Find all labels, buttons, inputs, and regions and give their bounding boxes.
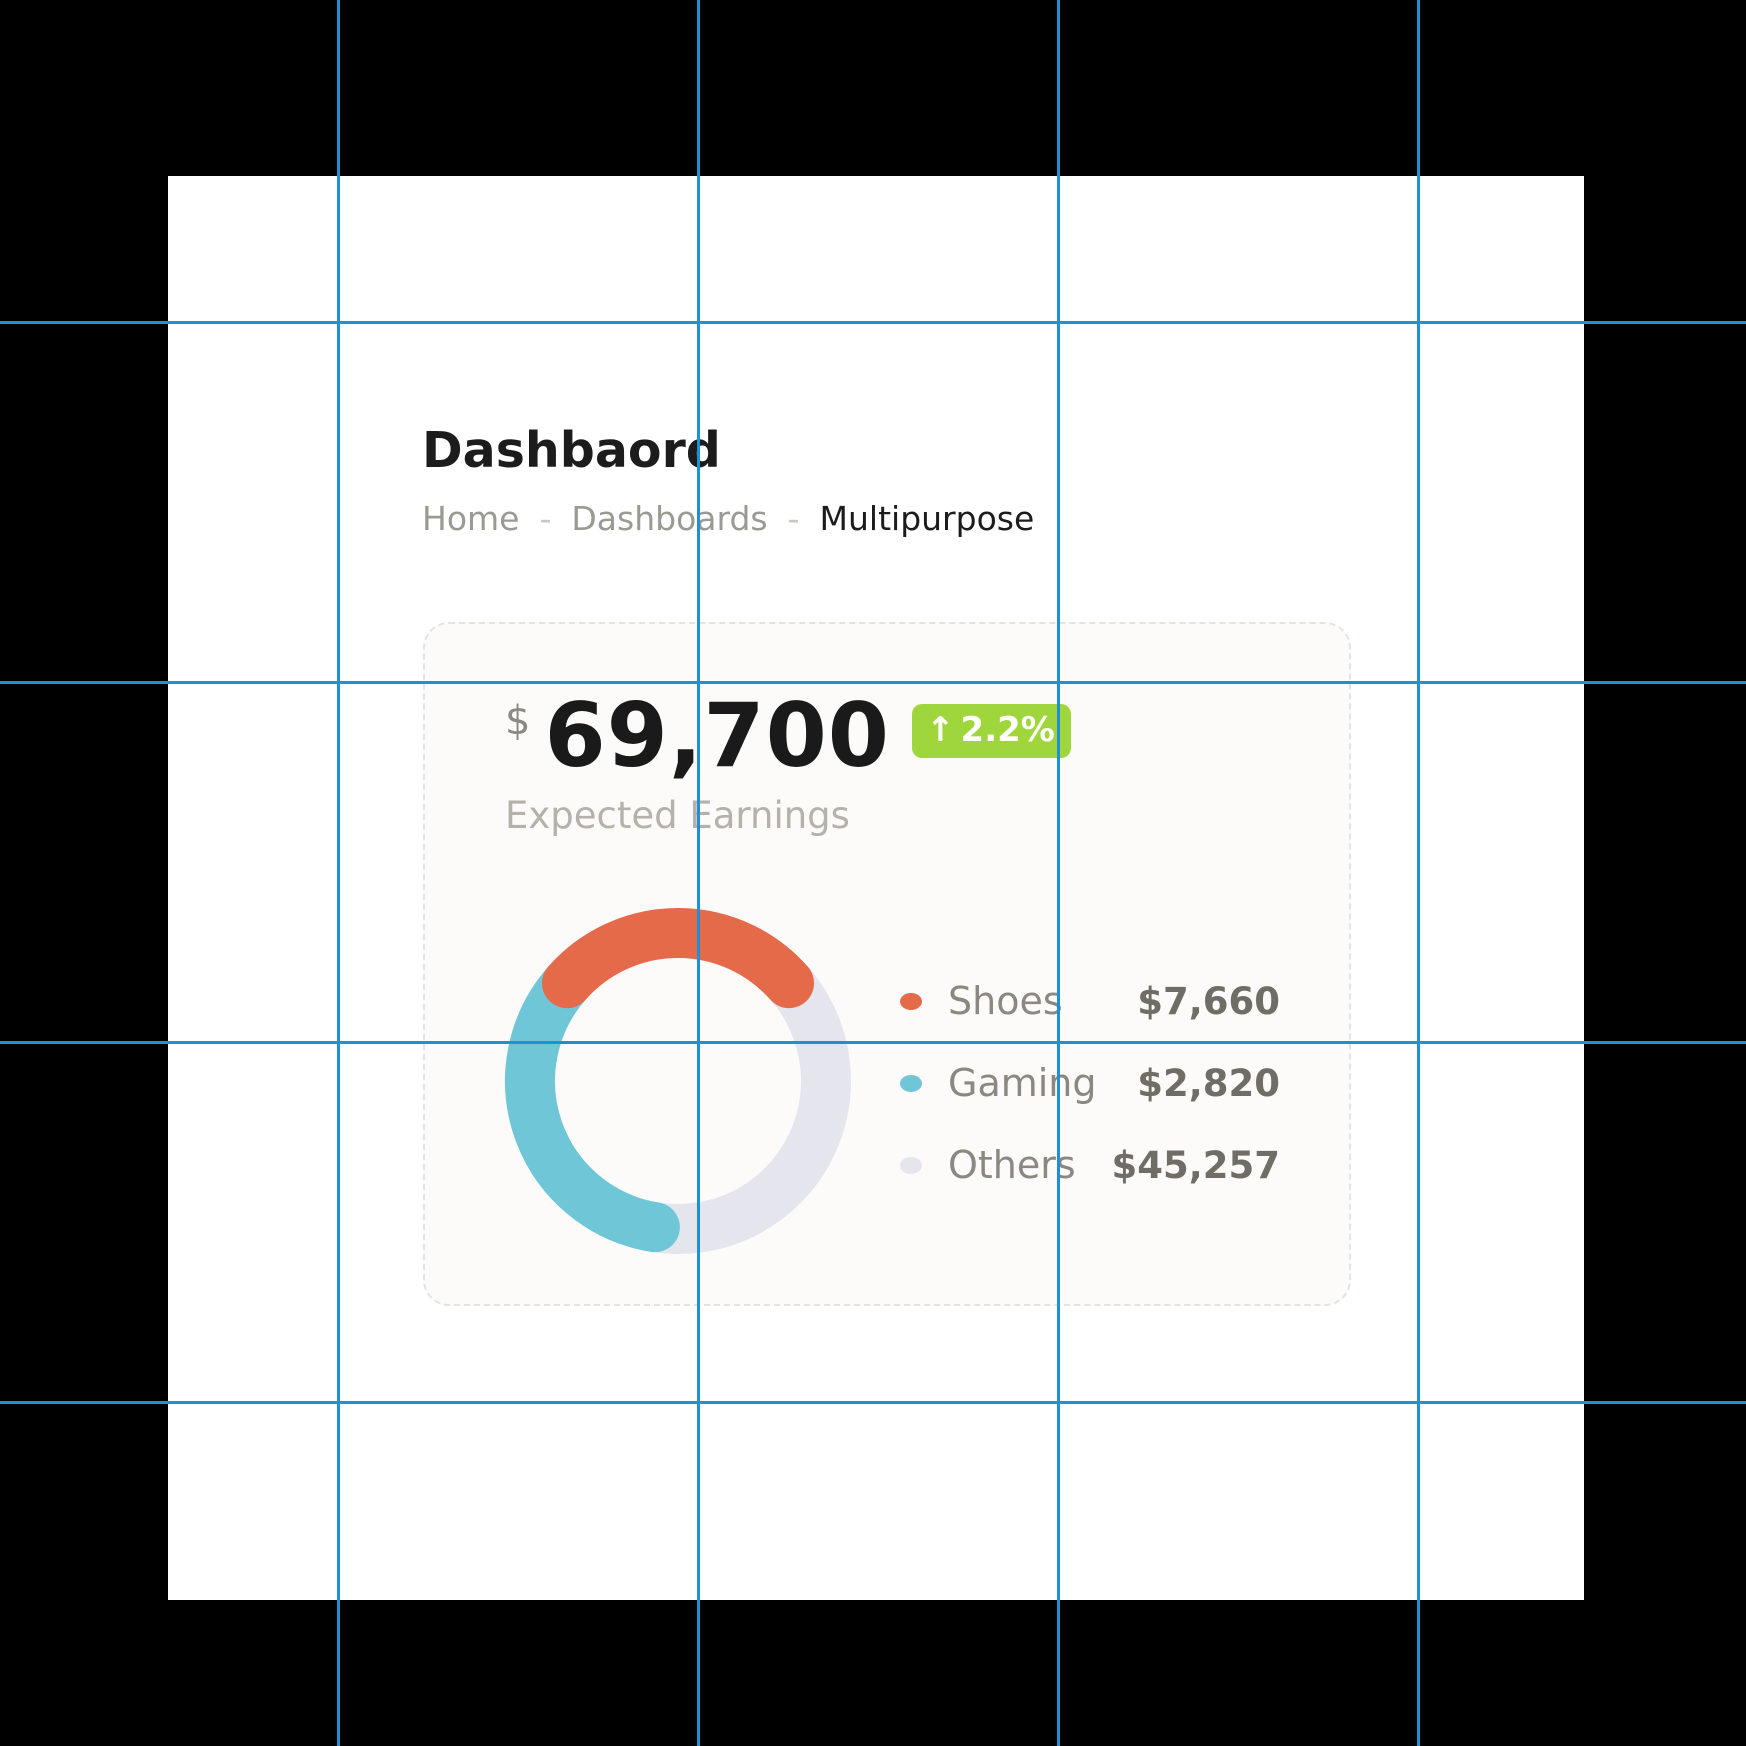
breadcrumb-separator: - xyxy=(787,499,800,538)
page-title: Dashbaord xyxy=(422,422,721,479)
legend-dot xyxy=(900,1074,922,1092)
guide-line-vertical xyxy=(337,0,340,1746)
breadcrumb-current: Multipurpose xyxy=(819,499,1035,538)
legend-dot xyxy=(900,1156,922,1174)
legend-value: $7,660 xyxy=(1137,979,1280,1023)
legend-item-others: Others $45,257 xyxy=(900,1124,1280,1206)
guide-line-horizontal xyxy=(0,321,1746,324)
guide-line-horizontal xyxy=(0,1401,1746,1404)
legend-value: $2,820 xyxy=(1137,1061,1280,1105)
donut-slice-gaming[interactable] xyxy=(505,958,680,1253)
currency-symbol: $ xyxy=(505,698,531,744)
earnings-subtitle: Expected Earnings xyxy=(505,794,850,837)
donut-slice-others[interactable] xyxy=(650,966,851,1254)
guide-line-vertical xyxy=(697,0,700,1746)
breadcrumb: Home - Dashboards - Multipurpose xyxy=(422,499,1034,538)
earnings-amount: 69,700 xyxy=(544,684,891,787)
change-value: 2.2% xyxy=(960,710,1055,750)
legend-label: Gaming xyxy=(948,1061,1097,1105)
earnings-donut-chart xyxy=(505,908,851,1254)
guide-line-vertical xyxy=(1057,0,1060,1746)
legend-label: Shoes xyxy=(948,979,1063,1023)
guide-line-horizontal xyxy=(0,1041,1746,1044)
change-badge: ↑ 2.2% xyxy=(912,704,1071,758)
amount-row: $ 69,700 ↑ 2.2% xyxy=(505,682,1071,780)
guide-line-horizontal xyxy=(0,681,1746,684)
expected-earnings-panel: $ 69,700 ↑ 2.2% Expected Earnings Shoes $… xyxy=(423,622,1351,1306)
legend-item-shoes: Shoes $7,660 xyxy=(900,960,1280,1042)
legend-value: $45,257 xyxy=(1111,1143,1280,1187)
legend-item-gaming: Gaming $2,820 xyxy=(900,1042,1280,1124)
donut-slice-shoes[interactable] xyxy=(541,908,815,1009)
breadcrumb-separator: - xyxy=(539,499,552,538)
chart-legend: Shoes $7,660 Gaming $2,820 Others $45,257 xyxy=(900,960,1280,1206)
dashboard-card: Dashbaord Home - Dashboards - Multipurpo… xyxy=(338,322,1418,1402)
guide-line-vertical xyxy=(1417,0,1420,1746)
arrow-up-icon: ↑ xyxy=(926,710,955,750)
breadcrumb-home[interactable]: Home xyxy=(422,499,519,538)
breadcrumb-dashboards[interactable]: Dashboards xyxy=(571,499,767,538)
legend-dot xyxy=(900,992,922,1010)
